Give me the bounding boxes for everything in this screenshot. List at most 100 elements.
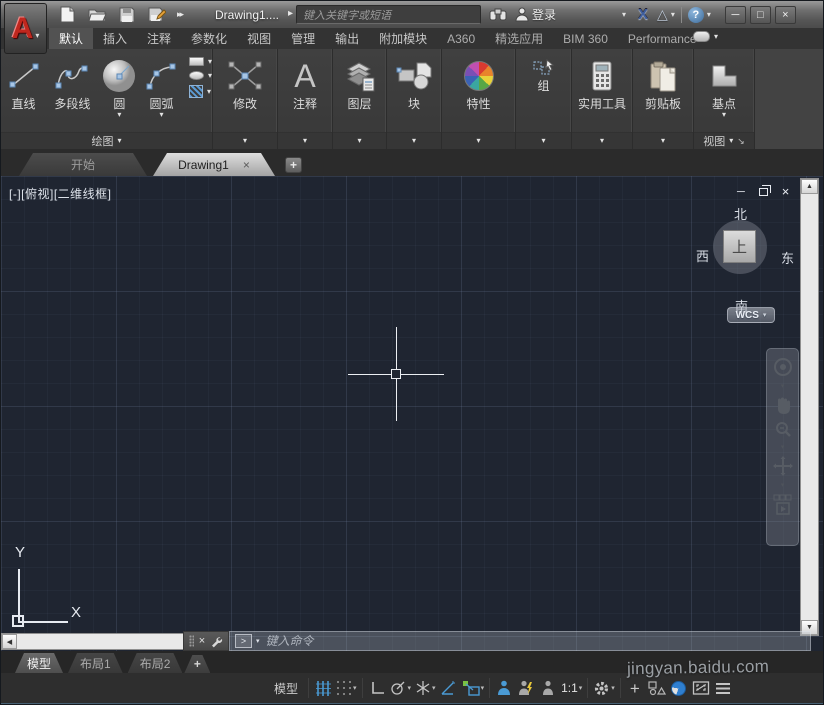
ribbon-tab-annotate[interactable]: 注释 [137,28,181,49]
viewcube-west[interactable]: 西 [696,246,709,265]
scroll-up-icon[interactable]: ▲ [801,179,818,194]
quick-properties-toggle[interactable] [646,676,668,700]
search-button[interactable] [489,5,507,25]
ellipse-button[interactable] [189,71,212,80]
panel-launcher-icon[interactable]: ↘ [737,136,745,147]
maximize-button[interactable]: □ [750,6,771,24]
signin-button[interactable]: 登录 [515,5,556,25]
ribbon-tab-bim360[interactable]: BIM 360 [553,28,618,49]
ribbon-tab-featured-apps[interactable]: 精选应用 [485,28,553,49]
hardware-acceleration-toggle[interactable] [668,676,690,700]
layout1-tab[interactable]: 布局1 [68,653,123,673]
close-button[interactable]: × [775,6,796,24]
command-prompt-icon[interactable]: > [235,634,252,648]
save-button[interactable] [117,6,137,24]
command-input-area[interactable]: > [229,631,811,651]
help-dropdown-icon[interactable] [707,11,711,19]
workspace-switching-button[interactable] [591,676,617,700]
ribbon-tab-manage[interactable]: 管理 [281,28,325,49]
annotation-monitor-toggle[interactable] [624,676,646,700]
tab-close-icon[interactable]: × [243,158,250,172]
draw-panel-footer[interactable]: 绘图 [1,132,212,149]
help-search-box[interactable] [296,5,481,24]
clipboard-panel-footer[interactable] [633,132,693,149]
annotation-scale-person[interactable] [537,676,559,700]
utilities-panel-footer[interactable] [572,132,632,149]
drawing-close-button[interactable]: × [782,184,790,199]
exchange-apps-icon[interactable]: X [638,5,648,25]
annotation-scale-button[interactable]: 1:1 [559,676,584,700]
layers-panel-footer[interactable] [333,132,386,149]
isodraft-dropdown-icon[interactable] [432,685,436,692]
ribbon-tab-output[interactable]: 输出 [325,28,369,49]
orbit-icon[interactable] [773,456,793,476]
group-panel-footer[interactable] [516,132,571,149]
ribbon-display-toggle[interactable] [693,31,718,42]
navigation-wheel-icon[interactable] [773,357,793,377]
title-arrow-icon[interactable]: ▸ [288,8,293,19]
command-line-handle[interactable]: × [183,631,229,651]
annotation-visibility-toggle[interactable] [493,676,515,700]
workspace-dropdown-icon[interactable] [611,685,615,692]
open-file-button[interactable] [87,6,107,24]
circle-button[interactable]: 圆 [99,53,140,119]
base-point-button[interactable]: 基点 [708,53,740,119]
line-button[interactable]: 直线 [1,53,46,111]
utilities-button[interactable]: 实用工具 [578,53,626,111]
circle-dropdown-icon[interactable] [117,111,121,119]
viewcube-top-face[interactable]: 上 [723,230,756,263]
a360-dropdown-icon[interactable] [671,11,675,19]
properties-panel-footer[interactable] [442,132,515,149]
osnap-dropdown-icon[interactable] [481,685,485,692]
properties-button[interactable]: 特性 [464,53,494,111]
save-as-button[interactable] [147,6,167,24]
polyline-button[interactable]: 多段线 [46,53,99,111]
command-input[interactable] [264,633,805,649]
text-button[interactable]: A 注释 [293,53,317,111]
zoom-dropdown-icon[interactable] [781,443,785,451]
drag-grip-icon[interactable] [189,635,194,647]
ribbon-tab-insert[interactable]: 插入 [93,28,137,49]
ribbon-tab-default[interactable]: 默认 [49,28,93,49]
annotate-panel-footer[interactable] [278,132,332,149]
help-button[interactable]: ? [688,7,704,23]
ellipse-dropdown-icon[interactable] [208,72,212,80]
file-tab-drawing1[interactable]: Drawing1 × [153,153,275,176]
snap-toggle[interactable] [334,676,359,700]
layout2-tab[interactable]: 布局2 [128,653,183,673]
drawing-canvas[interactable]: [-][俯视][二维线框] ─ × 北 南 西 东 上 WCS [1,176,824,651]
layers-button[interactable]: 图层 [343,53,377,111]
wcs-button[interactable]: WCS [727,307,775,323]
snap-dropdown-icon[interactable] [353,685,357,692]
file-tab-start[interactable]: 开始 [19,153,147,176]
rectangle-dropdown-icon[interactable] [208,58,212,66]
base-point-dropdown-icon[interactable] [722,111,726,119]
vertical-scrollbar[interactable]: ▲ ▼ [800,178,819,636]
ortho-toggle[interactable] [366,676,388,700]
application-menu-button[interactable]: A [4,3,47,54]
clean-screen-button[interactable] [690,676,712,700]
new-drawing-tab-button[interactable]: + [285,157,302,173]
hatch-button[interactable] [189,85,212,98]
recent-commands-icon[interactable] [256,638,260,645]
object-snap-toggle[interactable] [460,676,487,700]
clipboard-button[interactable]: 剪贴板 [645,53,681,111]
drawing-restore-button[interactable] [759,188,768,196]
block-panel-footer[interactable] [387,132,441,149]
grid-toggle[interactable] [312,676,334,700]
modify-button[interactable]: 修改 [227,53,263,111]
new-file-button[interactable] [57,6,77,24]
model-tab[interactable]: 模型 [15,653,63,673]
command-close-icon[interactable]: × [199,635,205,647]
orbit-dropdown-icon[interactable] [781,481,785,489]
qat-expand-chevrons-icon[interactable]: ▸▸ [177,9,182,20]
command-line[interactable]: × > [183,631,811,651]
search-input[interactable] [297,8,480,25]
showmotion-icon[interactable] [773,494,793,516]
viewport-controls-label[interactable]: [-][俯视][二维线框] [9,185,112,202]
group-button[interactable]: 组 [533,53,555,93]
block-button[interactable]: 块 [395,53,433,111]
wheel-dropdown-icon[interactable] [781,382,785,390]
ribbon-tab-a360[interactable]: A360 [437,28,485,49]
drawing-minimize-button[interactable]: ─ [737,186,745,198]
